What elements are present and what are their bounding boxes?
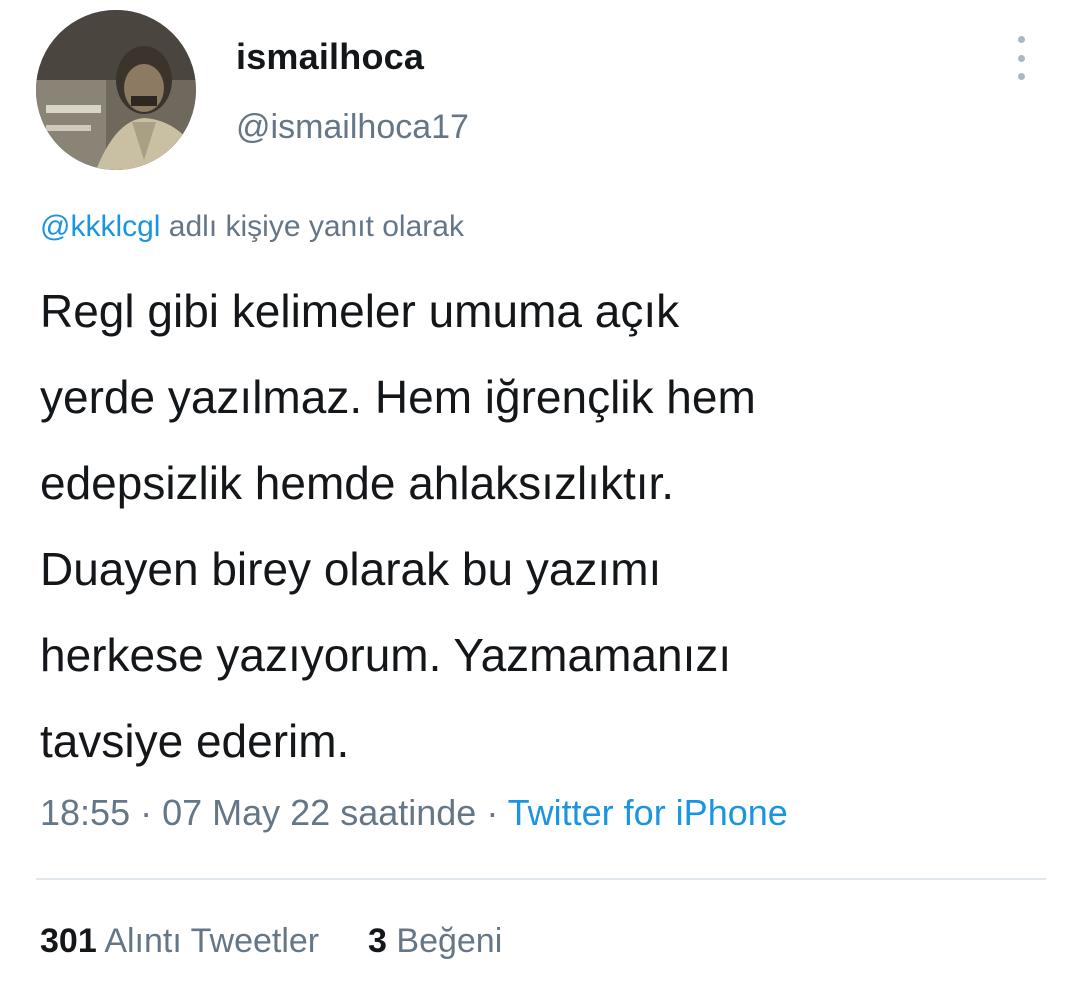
tweet-line: tavsiye ederim. <box>40 715 350 767</box>
like-label: Beğeni <box>396 922 503 960</box>
avatar[interactable] <box>36 10 196 170</box>
like-count: 3 <box>368 922 387 960</box>
reply-suffix: adlı kişiye yanıt olarak <box>160 210 464 243</box>
quote-count: 301 <box>40 922 97 960</box>
tweet-line: edepsizlik hemde ahlaksızlıktır. <box>40 457 675 509</box>
tweet-line: Duayen birey olarak bu yazımı <box>40 543 662 595</box>
tweet-line: herkese yazıyorum. Yazmamanızı <box>40 629 732 681</box>
user-handle[interactable]: @ismailhoca17 <box>236 108 469 147</box>
tweet-time[interactable]: 18:55 <box>40 792 130 833</box>
meta-separator: · <box>476 792 508 833</box>
more-dot <box>1017 36 1025 43</box>
quote-label: Alıntı Tweetler <box>104 922 320 960</box>
more-vertical-icon[interactable] <box>1008 36 1034 80</box>
tweet-line: yerde yazılmaz. Hem iğrençlik hem <box>40 371 756 423</box>
tweet-stats: 301 Alıntı Tweetler 3 Beğeni <box>40 922 502 961</box>
tweet-line: Regl gibi kelimeler umuma açık <box>40 285 680 337</box>
likes-stat[interactable]: 3 Beğeni <box>368 922 502 960</box>
tweet-text: Regl gibi kelimeler umuma açık yerde yaz… <box>40 268 1060 784</box>
display-name[interactable]: ismailhoca <box>236 36 424 78</box>
reply-mention-link[interactable]: @kkklcgl <box>40 210 160 243</box>
more-dot <box>1017 73 1025 80</box>
tweet-source-link[interactable]: Twitter for iPhone <box>508 792 788 833</box>
tweet-date[interactable]: 07 May 22 saatinde <box>162 792 476 833</box>
quote-tweets-stat[interactable]: 301 Alıntı Tweetler <box>40 922 329 960</box>
reply-context: @kkklcgl adlı kişiye yanıt olarak <box>40 210 464 244</box>
divider <box>36 878 1046 880</box>
meta-separator: · <box>130 792 163 833</box>
tweet-card: ismailhoca @ismailhoca17 @kkklcgl adlı k… <box>0 0 1080 997</box>
avatar-photo-icon <box>36 10 196 170</box>
tweet-metadata: 18:55 · 07 May 22 saatinde · Twitter for… <box>40 792 788 834</box>
more-dot <box>1017 54 1025 62</box>
